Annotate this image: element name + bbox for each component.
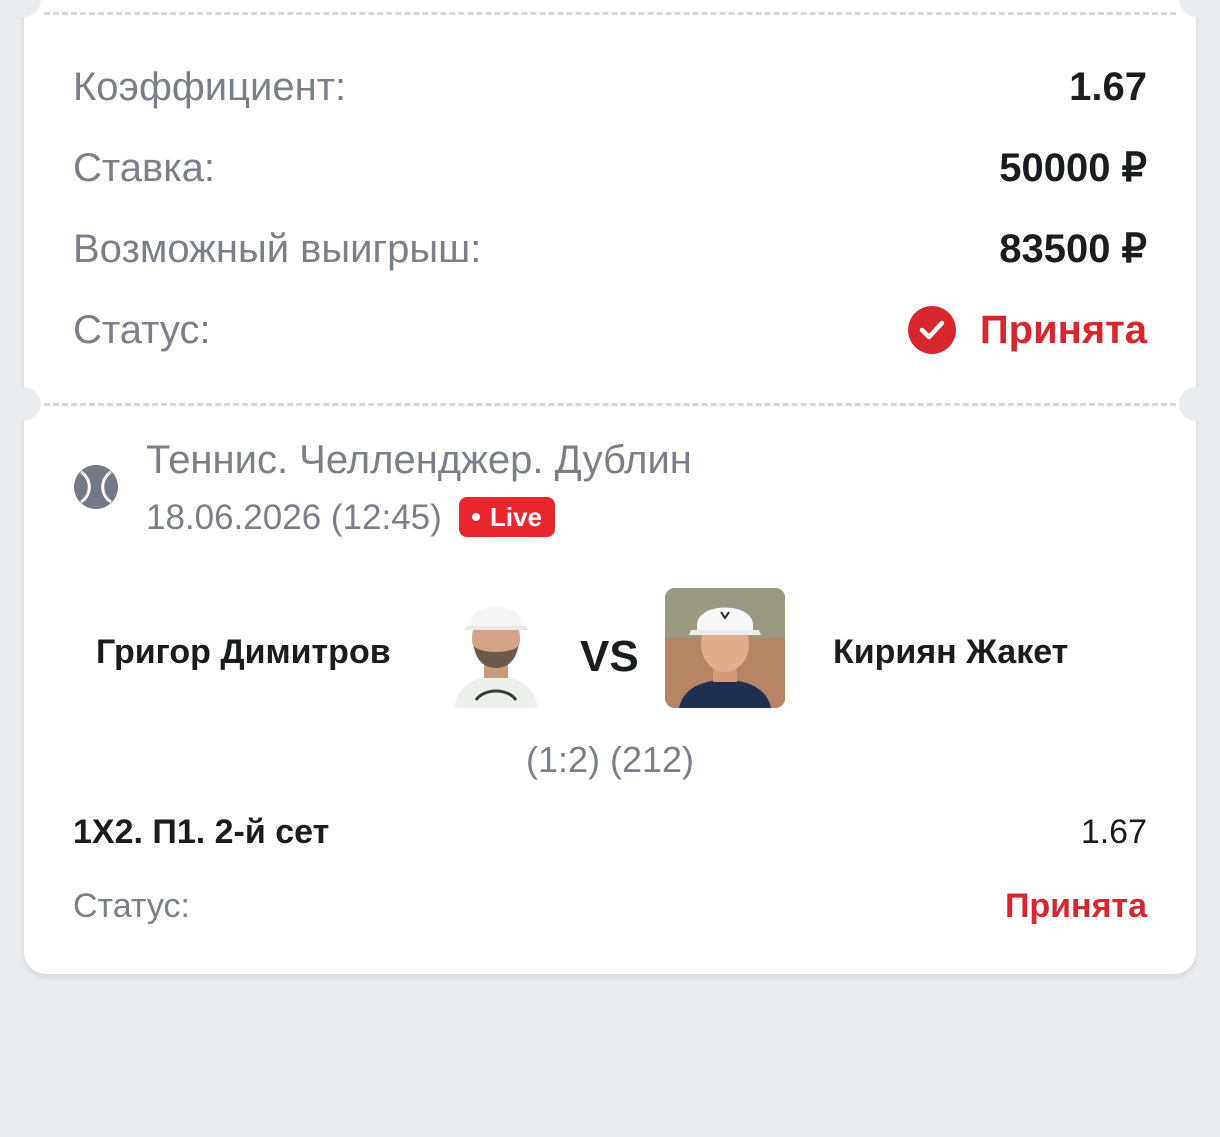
ticket-divider-middle — [44, 403, 1176, 406]
ticket-notch-mid-right — [1179, 387, 1213, 421]
player1-avatar — [436, 588, 556, 708]
stake-value: 50000 ₽ — [999, 146, 1147, 190]
ticket-notch-mid-left — [7, 387, 41, 421]
live-badge: Live — [459, 497, 555, 537]
bet-market: 1X2. П1. 2-й сет — [73, 813, 330, 851]
payout-label: Возможный выигрыш: — [73, 227, 482, 271]
coefficient-value: 1.67 — [1069, 65, 1147, 109]
player2-avatar — [665, 588, 785, 708]
player2-name: Кириян Жакет — [833, 633, 1069, 671]
ticket-divider-top — [44, 12, 1176, 15]
status-label: Статус: — [73, 308, 211, 352]
tennis-ball-icon — [74, 465, 118, 509]
status-value: Принята — [979, 307, 1147, 352]
live-dot-icon — [471, 513, 480, 521]
stake-label: Ставка: — [73, 146, 215, 190]
bet-status-label: Статус: — [73, 887, 190, 925]
bet-odds: 1.67 — [1080, 813, 1147, 851]
event-datetime: 18.06.2026 (12:45) — [146, 498, 442, 537]
league-title: Теннис. Челленджер. Дублин — [146, 438, 692, 482]
status-indicator: Принята — [907, 302, 1147, 358]
coefficient-label: Коэффициент: — [73, 65, 347, 109]
versus-label: VS — [580, 632, 639, 681]
player1-name: Григор Димитров — [96, 633, 391, 671]
payout-value: 83500 ₽ — [999, 227, 1147, 271]
check-circle-icon — [907, 306, 956, 354]
bet-status-value: Принята — [1004, 887, 1147, 925]
live-label: Live — [489, 501, 543, 532]
match-score: (1:2) (212) — [525, 739, 695, 780]
